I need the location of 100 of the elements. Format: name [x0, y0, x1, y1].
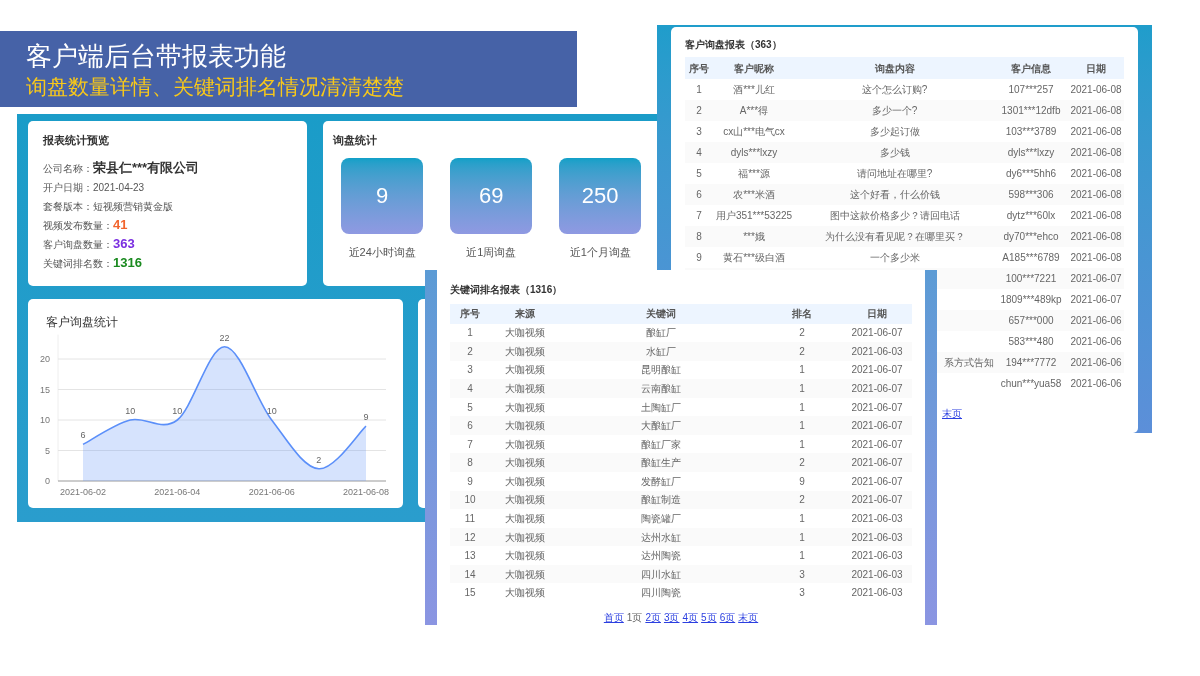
table-cell-text: 598***306	[1008, 188, 1054, 202]
x-tick-label: 2021-06-02	[60, 487, 106, 497]
data-label: 22	[219, 332, 230, 343]
card-title: 客户询盘统计	[45, 314, 119, 331]
table-cell-text: 2021-06-07	[1070, 272, 1122, 286]
page-link[interactable]: 3页	[663, 610, 680, 625]
page-link[interactable]: 末页	[942, 406, 962, 421]
table-cell-text: 1	[467, 326, 473, 341]
field-label: 公司名称：	[43, 161, 93, 176]
card-title: 询盘统计	[333, 133, 379, 148]
table-cell-text: 3	[799, 567, 805, 582]
table-cell-text: 6	[467, 419, 473, 434]
stat-caption: 近1个月询盘	[569, 244, 631, 260]
page-link[interactable]: 首页	[603, 610, 624, 625]
table-cell-text: 9	[696, 251, 702, 265]
table-cell-text: 2021-06-07	[851, 419, 903, 434]
table-cell-text: 2021-06-03	[851, 586, 903, 601]
table-cell-text: 100***7221	[1005, 272, 1057, 286]
table-cell-text: 2021-06-06	[1070, 335, 1122, 349]
page-link[interactable]: 5页	[701, 610, 717, 625]
column-header: 客户昵称	[733, 61, 775, 76]
column-header: 来源	[514, 307, 536, 322]
table-cell-text: 657***000	[1008, 314, 1054, 328]
data-label: 6	[80, 430, 86, 441]
page-link[interactable]: 6页	[719, 610, 736, 625]
table-cell-text: 2021-06-08	[1070, 167, 1122, 181]
table-cell-text: 大咖视频	[505, 437, 545, 452]
table-cell-text: 2021-06-08	[1070, 188, 1122, 202]
table-cell-text: chun***yua58	[1000, 377, 1062, 391]
field-value: 2021-04-23	[93, 180, 145, 195]
table-cell-text: 大咖视频	[505, 567, 545, 582]
column-header: 序号	[459, 307, 481, 322]
table-cell-text: 2021-06-08	[1070, 230, 1122, 244]
table-cell-text: 2021-06-08	[1070, 146, 1122, 160]
table-cell-text: 2021-06-03	[851, 567, 903, 582]
field-label: 客户询盘数量：	[43, 237, 113, 252]
table-cell-text: 多少钱	[879, 146, 910, 160]
table-cell-text: 4	[696, 146, 702, 160]
table-cell-text: 酿缸厂家	[641, 437, 681, 452]
table-cell-text: 酒***儿红	[733, 83, 775, 97]
table-cell-text: 为什么没有看见呢？在哪里买？	[824, 230, 965, 244]
x-tick-label: 2021-06-06	[248, 487, 295, 497]
table-cell-text: 大咖视频	[505, 586, 545, 601]
page-link[interactable]: 2页	[645, 610, 661, 625]
table-cell-text: 583***480	[1008, 335, 1054, 349]
table-cell-text: 系方式告知	[944, 356, 994, 370]
table-cell-text: 6	[696, 188, 702, 202]
table-cell-text: 9	[799, 474, 805, 489]
table-cell-text: ***娥	[743, 230, 765, 244]
table-cell-text: 酿缸厂	[646, 326, 676, 341]
table-cell-text: 2021-06-07	[851, 326, 903, 341]
table-cell-text: 9	[467, 474, 473, 489]
table-cell-text: 大咖视频	[505, 400, 545, 415]
banner-subtitle: 询盘数量详情、关键词排名情况清清楚楚	[26, 74, 405, 100]
table-cell-text: 酿缸生产	[641, 456, 681, 471]
table-cell-text: 5	[467, 400, 473, 415]
table-cell-text: 大咖视频	[505, 530, 545, 545]
current-page[interactable]: 1页	[626, 610, 643, 625]
field-label: 视频发布数量：	[43, 218, 113, 233]
table-cell-text: 酿缸制造	[641, 493, 681, 508]
page-link[interactable]: 4页	[682, 610, 699, 625]
report-title: 关键词排名报表（1316）	[450, 283, 564, 297]
column-header: 日期	[1085, 61, 1107, 76]
table-cell-text: 11	[464, 511, 476, 526]
table-cell-text: 1	[799, 530, 805, 545]
table-cell-text: 7	[696, 209, 702, 223]
field-value: 短视频营销黄金版	[93, 199, 173, 214]
table-cell-text: 这个好看，什么价钱	[849, 188, 940, 202]
table-cell-text: 2021-06-07	[1070, 293, 1122, 307]
table-cell-text: 2021-06-06	[1070, 377, 1122, 391]
table-cell-text: 5	[696, 167, 702, 181]
table-cell-text: 1	[799, 400, 805, 415]
table-cell-text: 2021-06-08	[1070, 125, 1122, 139]
table-cell-text: 2	[799, 344, 805, 359]
table-cell-text: 1	[799, 363, 805, 378]
table-cell-text: 达州陶瓷	[641, 549, 681, 564]
table-cell-text: 昆明酿缸	[641, 363, 681, 378]
table-cell-text: 194***7772	[1005, 356, 1057, 370]
table-cell-text: 图中这款价格多少？请回电话	[829, 209, 960, 223]
table-cell-text: 土陶缸厂	[641, 400, 681, 415]
table-cell-text: 3	[799, 586, 805, 601]
table-cell-text: 2021-06-07	[851, 400, 903, 415]
table-cell-text: 8	[467, 456, 473, 471]
table-cell-text: 达州水缸	[641, 530, 681, 545]
stat-tile: 250	[559, 157, 642, 234]
table-cell-text: 2021-06-03	[851, 530, 903, 545]
table-cell-text: 大咖视频	[505, 326, 545, 341]
table-cell-text: 2	[799, 456, 805, 471]
table-cell-text: dy6***5hh6	[1005, 167, 1056, 181]
table-cell-text: 大咖视频	[505, 382, 545, 396]
page-link[interactable]: 末页	[738, 610, 759, 625]
table-cell-text: 12	[464, 530, 476, 545]
table-cell-text: 1	[799, 437, 805, 452]
column-header: 关键词	[645, 307, 677, 322]
table-cell-text: 大咖视频	[505, 493, 545, 508]
table-cell-text: 2	[799, 493, 805, 508]
data-label: 10	[125, 406, 136, 416]
field-value: 41	[113, 216, 128, 235]
column-header: 序号	[688, 61, 710, 76]
table-cell-text: 2021-06-07	[851, 437, 903, 452]
